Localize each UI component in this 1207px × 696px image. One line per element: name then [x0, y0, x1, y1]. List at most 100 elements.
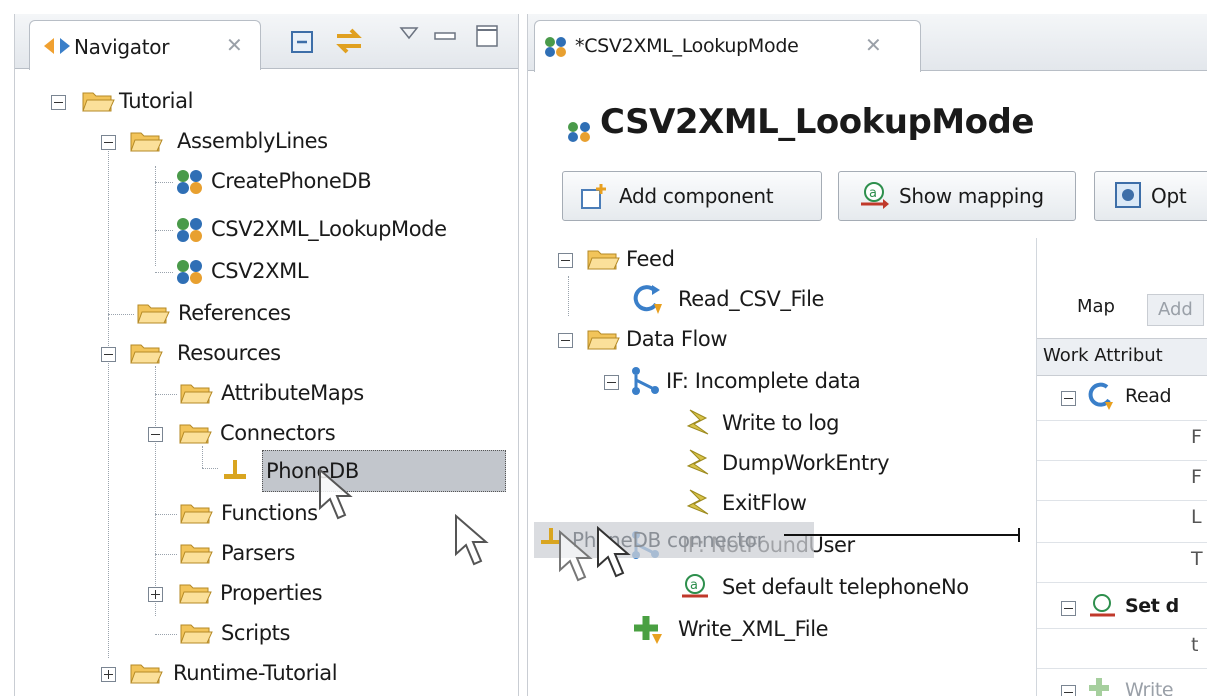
mapping-cell: F — [1191, 426, 1202, 448]
open-folder-icon — [179, 584, 212, 604]
attribute-map-icon: a — [682, 574, 708, 598]
tree-item-label: Connectors — [220, 421, 336, 445]
tree-item-label: References — [178, 301, 291, 325]
tree-item-label: CSV2XML_LookupMode — [211, 217, 447, 241]
mapping-tab-map[interactable]: Map — [1077, 296, 1115, 317]
open-folder-icon — [180, 504, 213, 524]
assemblyline-icon — [177, 218, 202, 242]
expand-icon[interactable] — [101, 667, 116, 682]
tree-connector — [568, 276, 569, 316]
editor-title: CSV2XML_LookupMode — [600, 102, 1034, 142]
tree-connector — [155, 366, 156, 616]
collapse-icon[interactable] — [51, 95, 66, 110]
attribute-map-icon — [1090, 594, 1115, 617]
flow-item-label: IF: Incomplete data — [666, 369, 861, 393]
tree-item-label: CSV2XML — [211, 259, 309, 283]
script-icon — [686, 409, 709, 435]
drop-insertion-marker — [1018, 528, 1020, 542]
open-folder-icon — [179, 424, 212, 444]
collapse-icon[interactable] — [1061, 601, 1076, 616]
minimize-icon[interactable] — [433, 26, 457, 46]
add-only-connector-icon — [634, 616, 662, 644]
navigator-tab-label: Navigator — [74, 35, 170, 59]
assemblyline-icon — [177, 170, 202, 194]
link-with-editor-icon[interactable] — [333, 26, 365, 56]
editor-tab-bar: *CSV2XML_LookupMode ✕ — [528, 14, 1207, 72]
mouse-pointer-icon — [597, 526, 631, 578]
svg-text:a: a — [690, 578, 698, 593]
editor-tab-label: *CSV2XML_LookupMode — [575, 35, 799, 57]
mapping-row-label: Set d — [1125, 595, 1179, 617]
options-label: Opt — [1151, 184, 1187, 208]
editor-tab[interactable]: *CSV2XML_LookupMode ✕ — [534, 20, 921, 72]
flow-item-label: Data Flow — [626, 327, 728, 351]
navigator-tab-bar: Navigator ✕ — [15, 14, 518, 70]
tree-item-label: AttributeMaps — [221, 381, 364, 405]
open-folder-icon — [82, 92, 115, 112]
flow-item-label: Set default telephoneNo — [722, 575, 969, 599]
mapping-header-row: Work Attribut — [1037, 338, 1207, 376]
flow-item-label: DumpWorkEntry — [722, 451, 890, 475]
iterator-connector-icon — [1088, 382, 1113, 410]
assemblyline-icon — [545, 37, 566, 57]
tree-item-label: Tutorial — [119, 89, 194, 113]
collapse-icon[interactable] — [148, 427, 163, 442]
add-component-button[interactable]: Add component — [562, 171, 822, 221]
mouse-pointer-icon — [455, 514, 489, 566]
show-mapping-button[interactable]: a Show mapping — [838, 171, 1076, 221]
collapse-icon[interactable] — [558, 333, 573, 348]
collapse-icon[interactable] — [604, 375, 619, 390]
tree-item-label: Functions — [221, 501, 318, 525]
open-folder-icon — [130, 132, 163, 152]
tree-item-label: Runtime-Tutorial — [173, 661, 338, 685]
mapping-tab-add[interactable]: Add — [1147, 294, 1204, 326]
assemblyline-icon — [568, 122, 590, 142]
drop-insertion-line — [784, 534, 1020, 536]
add-component-label: Add component — [619, 184, 774, 208]
show-mapping-label: Show mapping — [899, 184, 1044, 208]
svg-text:a: a — [869, 186, 877, 201]
open-folder-icon — [180, 624, 213, 644]
show-mapping-icon: a — [861, 182, 889, 209]
navigator-tab[interactable]: Navigator ✕ — [29, 20, 261, 70]
mapping-cell: T — [1191, 548, 1203, 570]
collapse-icon[interactable] — [558, 253, 573, 268]
mapping-pane: Map Add Work Attribut Read F F L T Set d… — [1036, 238, 1207, 696]
collapse-icon[interactable] — [1061, 391, 1076, 406]
options-button[interactable]: Opt — [1094, 171, 1207, 221]
tree-item-label: CreatePhoneDB — [211, 169, 372, 193]
view-menu-icon[interactable] — [399, 26, 419, 40]
script-icon — [686, 489, 709, 515]
expand-icon[interactable] — [148, 587, 163, 602]
navigator-icon — [44, 38, 70, 54]
tree-item-label: Resources — [177, 341, 281, 365]
open-folder-icon — [180, 544, 213, 564]
add-only-connector-icon — [1089, 678, 1109, 696]
flow-item-label: Feed — [626, 247, 675, 271]
flow-item-label: Write to log — [722, 411, 840, 435]
open-folder-icon — [130, 344, 163, 364]
assemblyline-icon — [177, 260, 202, 284]
close-icon[interactable]: ✕ — [226, 33, 243, 57]
collapse-all-icon[interactable] — [290, 30, 314, 54]
mapping-cell: t — [1191, 634, 1199, 656]
close-icon[interactable]: ✕ — [865, 33, 882, 57]
open-folder-icon — [180, 384, 213, 404]
mapping-row-label: Read — [1125, 385, 1172, 407]
add-component-icon — [581, 184, 606, 209]
open-folder-icon — [137, 304, 170, 324]
mouse-pointer-icon — [319, 468, 353, 520]
mapping-cell: L — [1191, 506, 1202, 528]
tree-connector — [155, 166, 156, 266]
collapse-icon[interactable] — [101, 135, 116, 150]
mapping-header-label: Work Attribut — [1043, 345, 1163, 366]
maximize-icon[interactable] — [475, 24, 499, 48]
tree-connector — [108, 148, 109, 318]
navigator-panel: Navigator ✕ Tutorial AssemblyLines Creat… — [14, 14, 519, 696]
collapse-icon[interactable] — [1061, 685, 1076, 696]
tree-connector — [108, 318, 109, 658]
mapping-cell: F — [1191, 466, 1202, 488]
collapse-icon[interactable] — [101, 347, 116, 362]
connector-icon — [224, 460, 246, 479]
open-folder-icon — [587, 330, 620, 350]
